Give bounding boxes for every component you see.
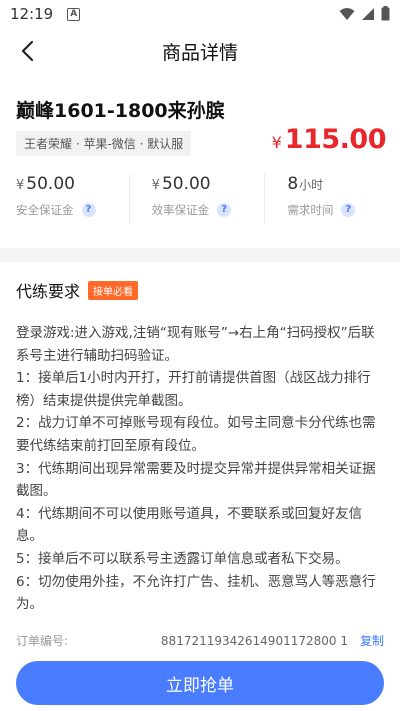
stat-value: 50.00 bbox=[26, 174, 75, 194]
stat-symbol: ¥ bbox=[16, 178, 25, 193]
stat-value: 8 bbox=[287, 174, 299, 194]
order-row: 订单编号: 88172119342614901172800 1 复制 bbox=[16, 632, 384, 649]
help-icon[interactable]: ? bbox=[217, 203, 232, 217]
requirements-section: 代练要求 接单必看 登录游戏:进入游戏,注销“现有账号”→右上角“扫码授权”后联… bbox=[0, 278, 400, 616]
order-number: 88172119342614901172800 1 bbox=[160, 633, 348, 648]
requirement-line: 4：代练期间不可以使用账号道具，不要联系或回复好友信息。 bbox=[16, 505, 363, 545]
requirements-title: 代练要求 bbox=[16, 282, 81, 301]
nav-bar: 商品详情 bbox=[0, 28, 400, 74]
status-time: 12:19 bbox=[10, 5, 54, 23]
grab-order-button[interactable]: 立即抢单 bbox=[16, 661, 384, 705]
stats-row: ¥50.00 安全保证金? ¥50.00 效率保证金? 8小时 需求时间? bbox=[0, 174, 400, 224]
product-card: 巅峰1601-1800来孙膑 王者荣耀 · 苹果-微信 · 默认服 ¥ 115.… bbox=[0, 88, 400, 248]
order-label: 订单编号: bbox=[16, 634, 69, 648]
requirements-badge: 接单必看 bbox=[88, 280, 139, 300]
requirement-line: 登录游戏:进入游戏,注销“现有账号”→右上角“扫码授权”后联系号主进行辅助扫码验… bbox=[16, 325, 375, 364]
copy-button[interactable]: 复制 bbox=[360, 632, 384, 649]
back-arrow-icon bbox=[21, 40, 34, 62]
stat-value: 50.00 bbox=[161, 174, 211, 194]
requirements-body: 登录游戏:进入游戏,注销“现有账号”→右上角“扫码授权”后联系号主进行辅助扫码验… bbox=[16, 322, 384, 616]
status-bar: 12:19 A bbox=[0, 0, 400, 28]
requirement-line: 2：战力订单不可掉账号现有段位。如号主同意卡分代练也需要代练结束前打回至原有段位… bbox=[16, 415, 376, 454]
requirement-line: 5：接单后不可以联系号主透露订单信息或者私下交易。 bbox=[16, 550, 349, 567]
product-name: 巅峰1601-1800来孙膑 bbox=[16, 100, 225, 122]
price-symbol: ¥ bbox=[271, 133, 282, 152]
battery-icon bbox=[381, 6, 390, 21]
page-title: 商品详情 bbox=[161, 41, 238, 64]
price-value: 115.00 bbox=[284, 124, 387, 155]
price: ¥ 115.00 bbox=[271, 124, 387, 155]
stat-unit: 小时 bbox=[299, 178, 324, 192]
wifi-icon bbox=[339, 7, 355, 20]
section-divider bbox=[0, 248, 400, 262]
stat-label: 效率保证金 bbox=[151, 203, 210, 217]
stat-symbol: ¥ bbox=[151, 178, 160, 193]
back-button[interactable] bbox=[12, 36, 42, 66]
requirement-line: 6：切勿使用外挂，不允许打广告、挂机、恶意骂人等恶意行为。 bbox=[16, 573, 376, 613]
requirement-line: 1：接单后1小时内开打，开打前请提供首图（战区战力排行榜）结束提供提供完单截图。 bbox=[16, 370, 371, 409]
signal-icon bbox=[362, 7, 374, 20]
stat-safety-deposit: ¥50.00 安全保证金? bbox=[0, 174, 129, 224]
stat-required-time: 8小时 需求时间? bbox=[264, 174, 400, 224]
stat-efficiency-deposit: ¥50.00 效率保证金? bbox=[128, 174, 265, 224]
product-tag: 王者荣耀 · 苹果-微信 · 默认服 bbox=[16, 131, 192, 156]
help-icon[interactable]: ? bbox=[341, 203, 356, 217]
notification-icon: A bbox=[67, 7, 81, 21]
requirement-line: 3：代练期间出现异常需要及时提交异常并提供异常相关证据截图。 bbox=[16, 460, 376, 500]
stat-label: 需求时间 bbox=[287, 203, 334, 217]
stat-label: 安全保证金 bbox=[16, 203, 74, 217]
status-icons bbox=[339, 6, 390, 21]
help-icon[interactable]: ? bbox=[81, 203, 96, 217]
